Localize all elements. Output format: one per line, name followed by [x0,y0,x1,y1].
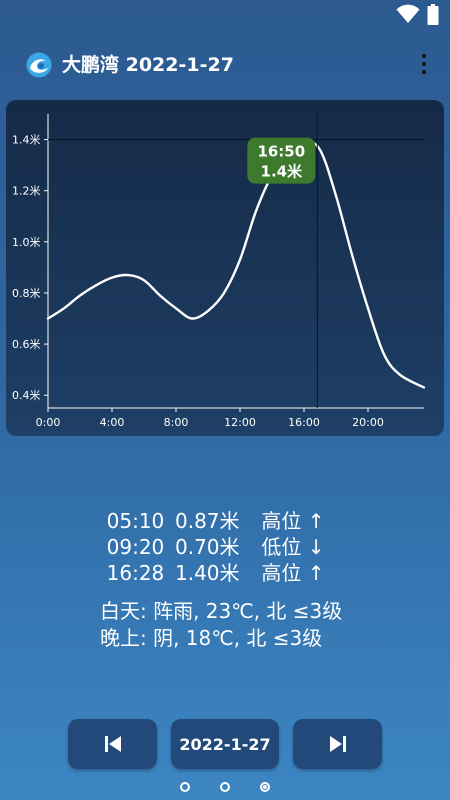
y-tick-label: 0.8米 [12,287,41,300]
wifi-icon [396,4,420,23]
x-tick-label: 16:00 [288,416,320,429]
tide-height: 0.87米 [175,509,240,533]
page-dot[interactable] [180,782,190,792]
weather-night: 晚上: 阴, 18℃, 北 ≤3级 [100,626,323,650]
tide-row: 09:20 0.70米 低位 ↓ [0,534,450,560]
skip-next-icon [329,736,346,752]
app-bar: 大鹏湾 2022-1-27 [0,30,450,100]
overflow-menu-button[interactable] [416,50,432,80]
tide-row: 16:28 1.40米 高位 ↑ [0,560,450,586]
tide-chart[interactable]: 0.4米 0.6米 0.8米 1.0米 1.2米 1.4米 0:00 4:00 8:00 12:… [6,100,444,436]
tide-list: 05:10 0.87米 高位 ↑ 09:20 0.70米 低位 ↓ 16:28 … [0,508,450,586]
menu-dot-icon [422,62,426,66]
page-title: 大鹏湾 2022-1-27 [62,54,234,76]
menu-dot-icon [422,54,426,58]
tide-type: 低位 ↓ [261,535,325,559]
tide-time: 16:28 [106,561,165,585]
status-bar [0,0,450,30]
x-tick-label: 12:00 [224,416,256,429]
next-day-button[interactable] [293,719,382,769]
tooltip-value: 1.4米 [261,163,304,181]
date-picker-button[interactable]: 2022-1-27 [171,719,279,769]
weather-forecast: 白天: 阵雨, 23℃, 北 ≤3级 晚上: 阴, 18℃, 北 ≤3级 [100,598,342,652]
menu-dot-icon [422,70,426,74]
page-dot[interactable] [220,782,230,792]
tide-height: 1.40米 [175,561,240,585]
tide-type: 高位 ↑ [261,509,325,533]
weather-day: 白天: 阵雨, 23℃, 北 ≤3级 [100,599,343,623]
tide-type: 高位 ↑ [261,561,325,585]
x-tick-label: 0:00 [36,416,61,429]
y-tick-label: 1.2米 [12,185,41,198]
tide-chart-svg[interactable]: 0.4米 0.6米 0.8米 1.0米 1.2米 1.4米 0:00 4:00 8:00 12:… [6,100,444,436]
previous-day-button[interactable] [68,719,157,769]
x-tick-label: 4:00 [100,416,125,429]
battery-icon [427,4,439,25]
tide-height: 0.70米 [175,535,240,559]
y-tick-label: 1.4米 [12,134,41,147]
tooltip-time: 16:50 [257,143,305,161]
page-dot-active[interactable] [260,782,270,792]
x-tick-label: 8:00 [164,416,189,429]
x-tick-label: 20:00 [352,416,384,429]
chart-tooltip: 16:50 1.4米 [247,137,316,184]
tide-curve [46,140,426,389]
page-indicator [0,780,450,796]
skip-previous-icon [104,736,121,752]
y-tick-label: 0.6米 [12,338,41,351]
y-tick-label: 1.0米 [12,236,41,249]
tide-row: 05:10 0.87米 高位 ↑ [0,508,450,534]
wave-logo-icon [26,52,52,78]
tide-time: 09:20 [106,535,165,559]
y-tick-label: 0.4米 [12,389,41,402]
tide-time: 05:10 [106,509,165,533]
